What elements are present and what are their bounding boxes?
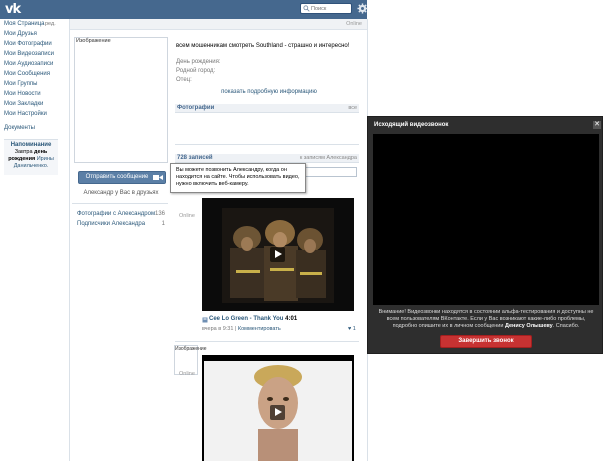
post-avatar-alt: Изображение xyxy=(175,346,207,352)
video-thumbnail[interactable] xyxy=(202,355,354,461)
vk-logo[interactable]: vk xyxy=(5,2,21,17)
sidebar-item-bookmarks[interactable]: Мои Закладки xyxy=(0,99,70,109)
play-icon[interactable] xyxy=(270,405,285,420)
profile-status: всем мошенникам смотреть Southland - стр… xyxy=(176,43,350,49)
photos-with-label: Фотографии с Александром xyxy=(77,211,156,217)
birthday-label: День рождения: xyxy=(176,59,221,65)
modal-note-end: . Спасибо. xyxy=(552,323,580,329)
sidebar: Моя Страница ред. Мои Друзья Мои Фотогра… xyxy=(0,19,70,133)
photos-all-link[interactable]: все xyxy=(348,104,357,113)
post-online-status: Online xyxy=(179,371,195,377)
edit-link[interactable]: ред. xyxy=(45,19,56,29)
sidebar-item-photos[interactable]: Мои Фотографии xyxy=(0,39,70,49)
profile-photo-alt: Изображение xyxy=(76,38,111,44)
post-meta: вчера в 9:31 | Комментировать xyxy=(202,326,281,332)
sidebar-item-messages[interactable]: Мои Сообщения xyxy=(0,69,70,79)
play-icon[interactable] xyxy=(270,247,285,262)
subscribers-label: Подписчики Александра xyxy=(77,221,146,227)
photos-with-count: 136 xyxy=(154,211,165,217)
wall-section-header[interactable]: 728 записей к записям Александра xyxy=(175,154,359,163)
video-call-modal: Исходящий видеозвонок ✕ Внимание! Видеоз… xyxy=(367,116,603,354)
meta-separator: | xyxy=(234,326,237,332)
reminder-title: Напоминание xyxy=(10,142,52,148)
post-time: вчера в 9:31 xyxy=(202,326,234,332)
modal-note: Внимание! Видеозвонки находятся в состоя… xyxy=(374,309,598,330)
post-divider xyxy=(175,341,359,342)
video-thumbnail[interactable] xyxy=(202,198,354,311)
hometown-label: Родной город: xyxy=(176,68,216,74)
end-call-button[interactable]: Завершить звонок xyxy=(440,335,532,348)
video-call-tooltip: Вы можете позвонить Александру, когда он… xyxy=(170,163,306,193)
reminder-box: Напоминание Завтра день рождения Ирины Д… xyxy=(4,139,58,175)
gear-icon[interactable] xyxy=(357,3,368,14)
support-person-link[interactable]: Денису Олышеву xyxy=(505,323,553,329)
sidebar-item-label: Моя Страница xyxy=(4,21,45,27)
sidebar-item-documents[interactable]: Документы xyxy=(0,123,70,133)
video-call-area xyxy=(373,134,599,305)
like-button[interactable]: ♥ 1 xyxy=(348,326,356,332)
video-duration: 4:01 xyxy=(285,316,298,322)
photos-strip xyxy=(175,113,359,145)
send-message-label: Отправить сообщение xyxy=(85,174,149,180)
close-icon[interactable]: ✕ xyxy=(593,121,601,129)
video-title[interactable]: Cee Lo Green - Thank You 4:01 xyxy=(209,316,297,322)
subscribers-count: 1 xyxy=(161,221,165,227)
subscribers-link[interactable]: Подписчики Александра 1 xyxy=(77,221,165,227)
sidebar-item-groups[interactable]: Мои Группы xyxy=(0,79,70,89)
wall-post-input[interactable] xyxy=(300,167,357,177)
video-title-text: Cee Lo Green - Thank You xyxy=(209,316,284,322)
divider xyxy=(72,203,168,204)
search-input[interactable] xyxy=(311,4,351,13)
online-status: Online xyxy=(346,21,362,27)
reminder-text[interactable]: Завтра день рождения Ирины Данильченко. xyxy=(4,149,58,170)
sidebar-item-settings[interactable]: Мои Настройки xyxy=(0,109,70,119)
modal-title: Исходящий видеозвонок xyxy=(374,122,449,128)
friends-note: Александр у Вас в друзьях xyxy=(83,190,159,196)
sidebar-item-my-page[interactable]: Моя Страница ред. xyxy=(0,19,70,29)
photos-section-header[interactable]: Фотографии все xyxy=(175,104,359,113)
sidebar-item-news[interactable]: Мои Новости xyxy=(0,89,70,99)
top-bar: vk xyxy=(0,0,368,19)
sidebar-item-audio[interactable]: Мои Аудиозаписи xyxy=(0,59,70,69)
search-box[interactable] xyxy=(300,3,352,14)
reminder-text-part: Завтра xyxy=(14,149,35,155)
video-call-button[interactable] xyxy=(151,172,165,183)
comment-link[interactable]: Комментировать xyxy=(238,326,281,332)
search-icon xyxy=(303,5,310,12)
wall-to-link[interactable]: к записям Александра xyxy=(300,154,357,163)
post-online-status: Online xyxy=(179,213,195,219)
content-left-border xyxy=(69,19,70,461)
photos-section-title: Фотографии xyxy=(177,105,215,111)
video-camera-icon xyxy=(153,175,163,180)
profile-photo[interactable]: Изображение xyxy=(74,37,168,163)
video-file-icon xyxy=(202,317,208,323)
show-details-link[interactable]: показать подробную информацию xyxy=(176,89,362,95)
father-label: Отец: xyxy=(176,77,192,83)
sidebar-item-friends[interactable]: Мои Друзья xyxy=(0,29,70,39)
profile-header-bar: Online xyxy=(70,19,367,30)
photos-with-link[interactable]: Фотографии с Александром 136 xyxy=(77,211,165,217)
wall-count: 728 записей xyxy=(177,155,213,161)
sidebar-item-videos[interactable]: Мои Видеозаписи xyxy=(0,49,70,59)
